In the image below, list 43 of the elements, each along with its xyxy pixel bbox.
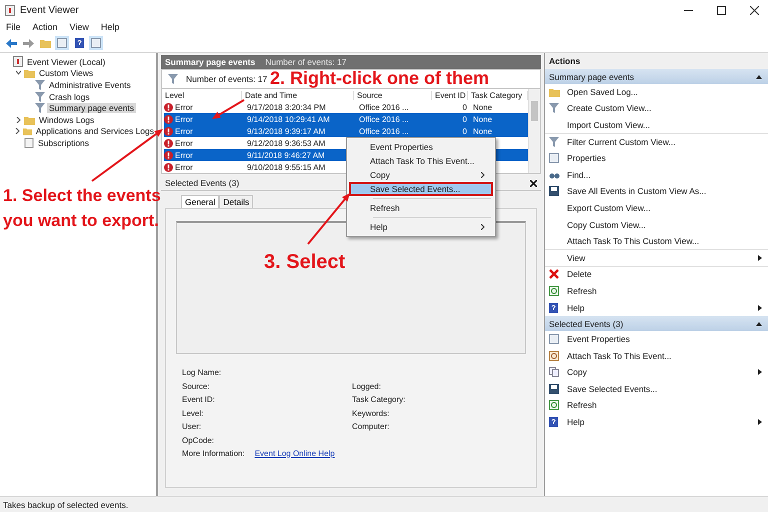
field-label: Logged:: [352, 382, 382, 390]
annotation-text: 3. Select: [264, 250, 346, 274]
table-cell: Error: [175, 150, 193, 160]
status-text: Takes backup of selected events.: [3, 500, 128, 510]
field-label: More Information:: [182, 448, 245, 458]
table-cell-text: 9/10/2018 9:55:15 AM: [246, 162, 326, 172]
field-label: Log Name:: [182, 368, 222, 377]
table-cell-text: None: [472, 126, 494, 136]
table-cell: Error: [175, 126, 193, 136]
table-cell-text: None: [472, 102, 494, 112]
field-label: Source:: [182, 382, 211, 390]
table-cell-text: 9/11/2018 9:46:27 AM: [246, 150, 326, 160]
field-label: Event ID:: [182, 395, 216, 404]
table-cell-text: Office 2016 ...: [358, 102, 410, 112]
table-cell-text: 0: [462, 102, 468, 112]
table-cell: Error: [175, 138, 193, 148]
table-cell-text: 0: [462, 126, 468, 136]
event-count: Number of events: 17: [186, 74, 268, 84]
field-label: Level:: [182, 408, 204, 418]
actions-title: Actions: [545, 53, 768, 69]
field-label: Computer:: [352, 422, 390, 431]
table-cell-text: 9/14/2018 10:29:41 AM: [246, 114, 331, 124]
table-cell: Error: [175, 114, 193, 124]
table-cell-text: 0: [462, 114, 468, 124]
event-count: Number of events: 17: [265, 57, 346, 67]
table-cell-text: None: [472, 114, 494, 124]
details-title: Selected Events (3): [165, 178, 240, 188]
table-cell-text: Office 2016 ...: [358, 114, 410, 124]
field-label: User:: [182, 422, 202, 431]
window-title: Event Viewer: [20, 4, 80, 16]
field-label: Keywords:: [352, 408, 390, 418]
annotation-text: 1. Select the events: [3, 186, 161, 206]
pane-title: Summary page events: [165, 57, 256, 67]
table-cell-text: 9/12/2018 9:36:53 AM: [246, 138, 326, 148]
table-cell-text: 9/17/2018 3:20:34 PM: [246, 102, 327, 112]
annotation-text: 2. Right-click one of them: [270, 69, 490, 87]
field-label: Task Category:: [352, 395, 406, 404]
field-label: OpCode:: [182, 436, 216, 444]
table-cell-text: 9/13/2018 9:39:17 AM: [246, 126, 326, 136]
table-cell: Error: [175, 162, 193, 172]
table-cell: Error: [175, 102, 193, 112]
table-cell-text: Office 2016 ...: [358, 126, 410, 136]
annotation-text: you want to export.: [3, 210, 159, 232]
